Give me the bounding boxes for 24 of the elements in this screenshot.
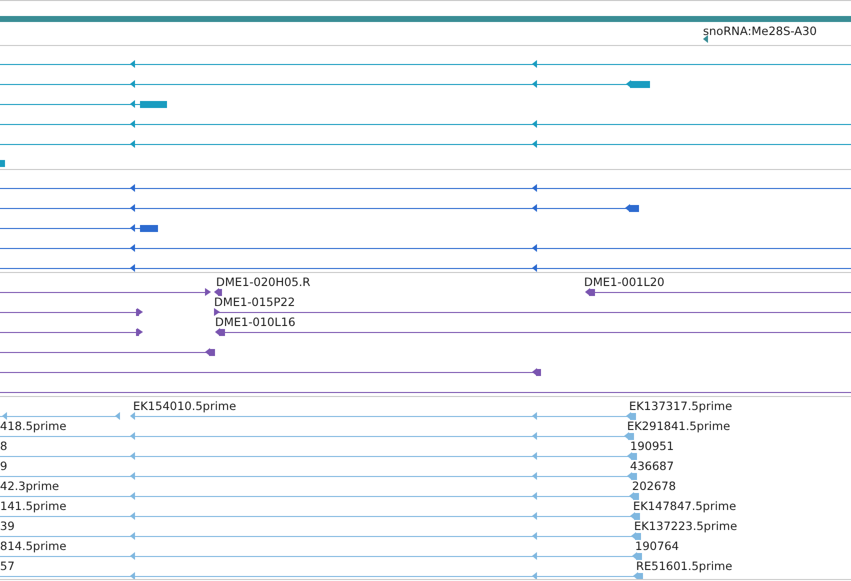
feature-label: 8: [0, 439, 8, 453]
feature-label: EK137317.5prime: [629, 399, 732, 413]
feature-label: 190764: [635, 539, 679, 553]
feature-label: 436687: [630, 459, 674, 473]
feature-label: RE51601.5prime: [636, 559, 732, 573]
feature-label: 418.5prime: [0, 419, 66, 433]
feature-label: 190951: [630, 439, 674, 453]
feature-label: DME1-020H05.R: [216, 275, 310, 289]
feature-label: DME1-001L20: [584, 275, 664, 289]
feature-label: 42.3prime: [0, 479, 60, 493]
feature-label: 814.5prime: [0, 539, 66, 553]
feature-label: DME1-015P22: [214, 295, 296, 309]
feature-label: 202678: [632, 479, 676, 493]
feature-label: snoRNA:Me28S-A30: [703, 24, 817, 38]
arrow-icon: [703, 35, 708, 43]
feature-label: EK154010.5prime: [133, 399, 236, 413]
feature-label: EK147847.5prime: [633, 499, 736, 513]
feature-label: DME1-010L16: [215, 315, 296, 329]
feature-label: 39: [0, 519, 15, 533]
feature-label: EK137223.5prime: [634, 519, 738, 533]
feature-label: 141.5prime: [0, 499, 66, 513]
feature-label: 9: [0, 459, 8, 473]
feature-label: 57: [0, 559, 15, 573]
feature-label: EK291841.5prime: [627, 419, 730, 433]
